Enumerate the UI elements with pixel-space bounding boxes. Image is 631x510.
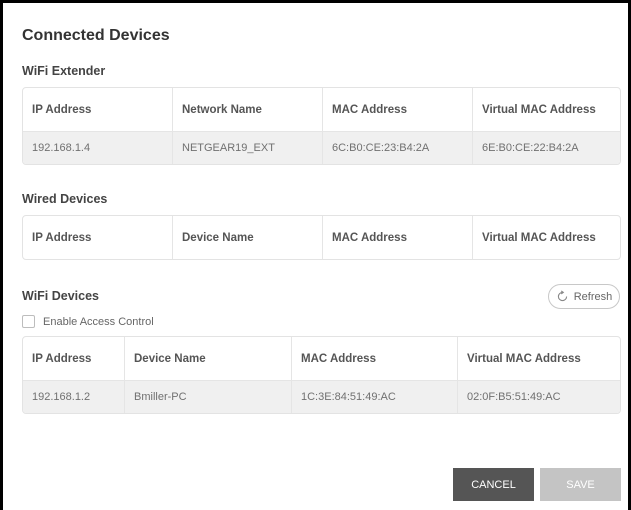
column-header-ip-address: IP Address xyxy=(32,103,92,116)
cell-ip-address: 192.168.1.2 xyxy=(32,391,91,403)
column-header-virtual-mac-address: Virtual MAC Address xyxy=(457,337,620,380)
wifi-extender-title: WiFi Extender xyxy=(22,64,106,78)
table-row: 192.168.1.4 NETGEAR19_EXT 6C:B0:CE:23:B4… xyxy=(23,131,620,164)
column-header-virtual-mac-address: Virtual MAC Address xyxy=(472,88,620,131)
refresh-icon xyxy=(556,290,569,303)
wired-devices-table: IP Address Device Name MAC Address Virtu… xyxy=(22,215,621,260)
column-header-mac-address: MAC Address xyxy=(291,337,457,380)
enable-access-control-checkbox[interactable] xyxy=(22,315,35,328)
cell-network-name: NETGEAR19_EXT xyxy=(172,132,322,164)
table-header-row: IP Address Device Name MAC Address Virtu… xyxy=(23,216,620,259)
column-header-virtual-mac-address: Virtual MAC Address xyxy=(472,216,620,259)
page-title: Connected Devices xyxy=(22,27,170,44)
column-header-ip-address: IP Address xyxy=(32,231,92,244)
wired-devices-title: Wired Devices xyxy=(22,192,108,206)
column-header-mac-address: MAC Address xyxy=(322,216,472,259)
window-frame-left xyxy=(0,0,3,510)
cell-mac-address: 1C:3E:84:51:49:AC xyxy=(291,381,457,413)
table-row: 192.168.1.2 Bmiller-PC 1C:3E:84:51:49:AC… xyxy=(23,380,620,413)
access-control-row: Enable Access Control xyxy=(22,315,154,328)
wifi-devices-title: WiFi Devices xyxy=(22,289,100,303)
save-button[interactable]: SAVE xyxy=(540,468,621,501)
enable-access-control-label[interactable]: Enable Access Control xyxy=(43,316,154,328)
column-header-device-name: Device Name xyxy=(172,216,322,259)
table-header-row: IP Address Network Name MAC Address Virt… xyxy=(23,88,620,131)
cell-virtual-mac-address: 6E:B0:CE:22:B4:2A xyxy=(472,132,620,164)
wifi-extender-table: IP Address Network Name MAC Address Virt… xyxy=(22,87,621,165)
column-header-ip-address: IP Address xyxy=(32,352,92,365)
column-header-network-name: Network Name xyxy=(172,88,322,131)
refresh-button[interactable]: Refresh xyxy=(548,284,620,309)
column-header-mac-address: MAC Address xyxy=(322,88,472,131)
cell-mac-address: 6C:B0:CE:23:B4:2A xyxy=(322,132,472,164)
column-header-device-name: Device Name xyxy=(124,337,291,380)
cell-ip-address: 192.168.1.4 xyxy=(32,142,91,154)
cell-device-name: Bmiller-PC xyxy=(124,381,291,413)
cell-virtual-mac-address: 02:0F:B5:51:49:AC xyxy=(457,381,620,413)
refresh-label: Refresh xyxy=(573,290,613,303)
wifi-devices-table: IP Address Device Name MAC Address Virtu… xyxy=(22,336,621,414)
cancel-button[interactable]: CANCEL xyxy=(453,468,534,501)
window-frame-top xyxy=(0,0,631,3)
table-header-row: IP Address Device Name MAC Address Virtu… xyxy=(23,337,620,380)
